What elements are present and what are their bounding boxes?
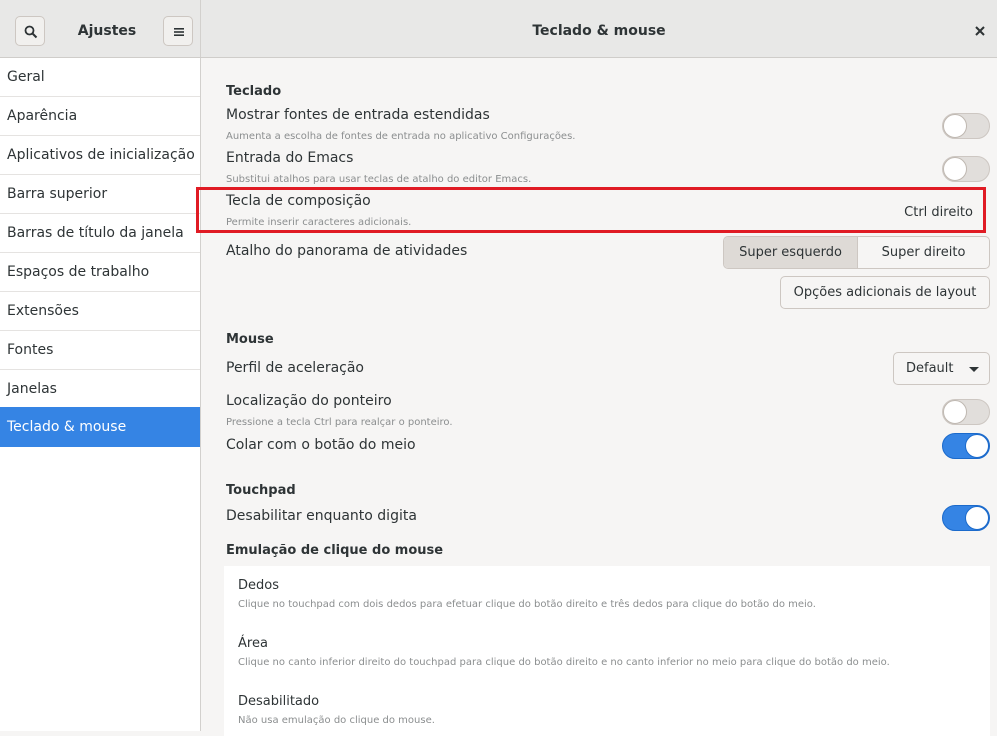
sidebar-item-teclado-mouse[interactable]: Teclado & mouse (0, 407, 200, 447)
accel-profile-label: Perfil de aceleração (226, 360, 364, 376)
close-button[interactable] (967, 18, 993, 44)
sidebar-item-aparencia[interactable]: Aparência (0, 97, 200, 136)
compose-key-desc: Permite inserir caracteres adicionais. (226, 217, 412, 228)
sidebar: Geral Aparência Aplicativos de inicializ… (0, 58, 201, 731)
sidebar-item-aplicativos-inicializacao[interactable]: Aplicativos de inicialização (0, 136, 200, 175)
emacs-label: Entrada do Emacs (226, 150, 354, 166)
sidebar-item-barras-titulo[interactable]: Barras de título da janela (0, 214, 200, 253)
extended-sources-label: Mostrar fontes de entrada estendidas (226, 107, 490, 123)
switch-knob (965, 506, 989, 530)
section-title-mouse: Mouse (226, 332, 274, 347)
app-title: Ajustes (77, 23, 137, 39)
switch-knob (943, 400, 967, 424)
sidebar-headerbar: Ajustes (0, 0, 201, 57)
emulation-option-fingers-desc: Clique no touchpad com dois dedos para e… (238, 599, 816, 610)
layout-options-button[interactable]: Opções adicionais de layout (780, 276, 990, 309)
accel-profile-value: Default (906, 361, 954, 376)
middle-paste-switch[interactable] (942, 433, 990, 459)
emulation-option-disabled-desc: Não usa emulação do clique do mouse. (238, 715, 435, 726)
emulation-option-disabled[interactable]: Desabilitado (238, 694, 319, 709)
emulation-option-fingers[interactable]: Dedos (238, 578, 279, 593)
switch-knob (943, 114, 967, 138)
main-content: Teclado Mostrar fontes de entrada estend… (196, 58, 997, 736)
compose-key-label: Tecla de composição (226, 193, 371, 209)
emulation-title: Emulação de clique do mouse (226, 543, 444, 558)
switch-knob (943, 157, 967, 181)
disable-while-typing-label: Desabilitar enquanto digita (226, 508, 417, 524)
super-right-button[interactable]: Super direito (858, 237, 989, 268)
overview-shortcut-label: Atalho do panorama de atividades (226, 243, 468, 259)
sidebar-item-extensoes[interactable]: Extensões (0, 292, 200, 331)
chevron-down-icon (969, 367, 979, 372)
main-headerbar: Teclado & mouse (201, 0, 997, 57)
extended-sources-switch[interactable] (942, 113, 990, 139)
emacs-switch[interactable] (942, 156, 990, 182)
pointer-location-switch[interactable] (942, 399, 990, 425)
disable-while-typing-switch[interactable] (942, 505, 990, 531)
section-title-keyboard: Teclado (226, 84, 282, 99)
emulation-option-area[interactable]: Área (238, 636, 268, 651)
accel-profile-dropdown[interactable]: Default (893, 352, 990, 385)
emacs-desc: Substitui atalhos para usar teclas de at… (226, 174, 532, 185)
sidebar-item-barra-superior[interactable]: Barra superior (0, 175, 200, 214)
sidebar-item-espacos-trabalho[interactable]: Espaços de trabalho (0, 253, 200, 292)
search-button[interactable] (15, 16, 45, 46)
extended-sources-desc: Aumenta a escolha de fontes de entrada n… (226, 131, 576, 142)
pointer-location-label: Localização do ponteiro (226, 393, 392, 409)
sidebar-item-geral[interactable]: Geral (0, 58, 200, 97)
page-title: Teclado & mouse (532, 23, 666, 39)
emulation-option-area-desc: Clique no canto inferior direito do touc… (238, 657, 890, 668)
compose-key-value[interactable]: Ctrl direito (904, 205, 973, 220)
section-title-touchpad: Touchpad (226, 483, 296, 498)
click-emulation-list: Dedos Clique no touchpad com dois dedos … (224, 566, 990, 736)
pointer-location-desc: Pressione a tecla Ctrl para realçar o po… (226, 417, 453, 428)
overview-shortcut-toggle: Super esquerdo Super direito (723, 236, 990, 269)
switch-knob (965, 434, 989, 458)
super-left-button[interactable]: Super esquerdo (724, 237, 858, 268)
sidebar-item-fontes[interactable]: Fontes (0, 331, 200, 370)
middle-paste-label: Colar com o botão do meio (226, 437, 416, 453)
sidebar-item-janelas[interactable]: Janelas (0, 370, 200, 409)
menu-button[interactable] (163, 16, 193, 46)
